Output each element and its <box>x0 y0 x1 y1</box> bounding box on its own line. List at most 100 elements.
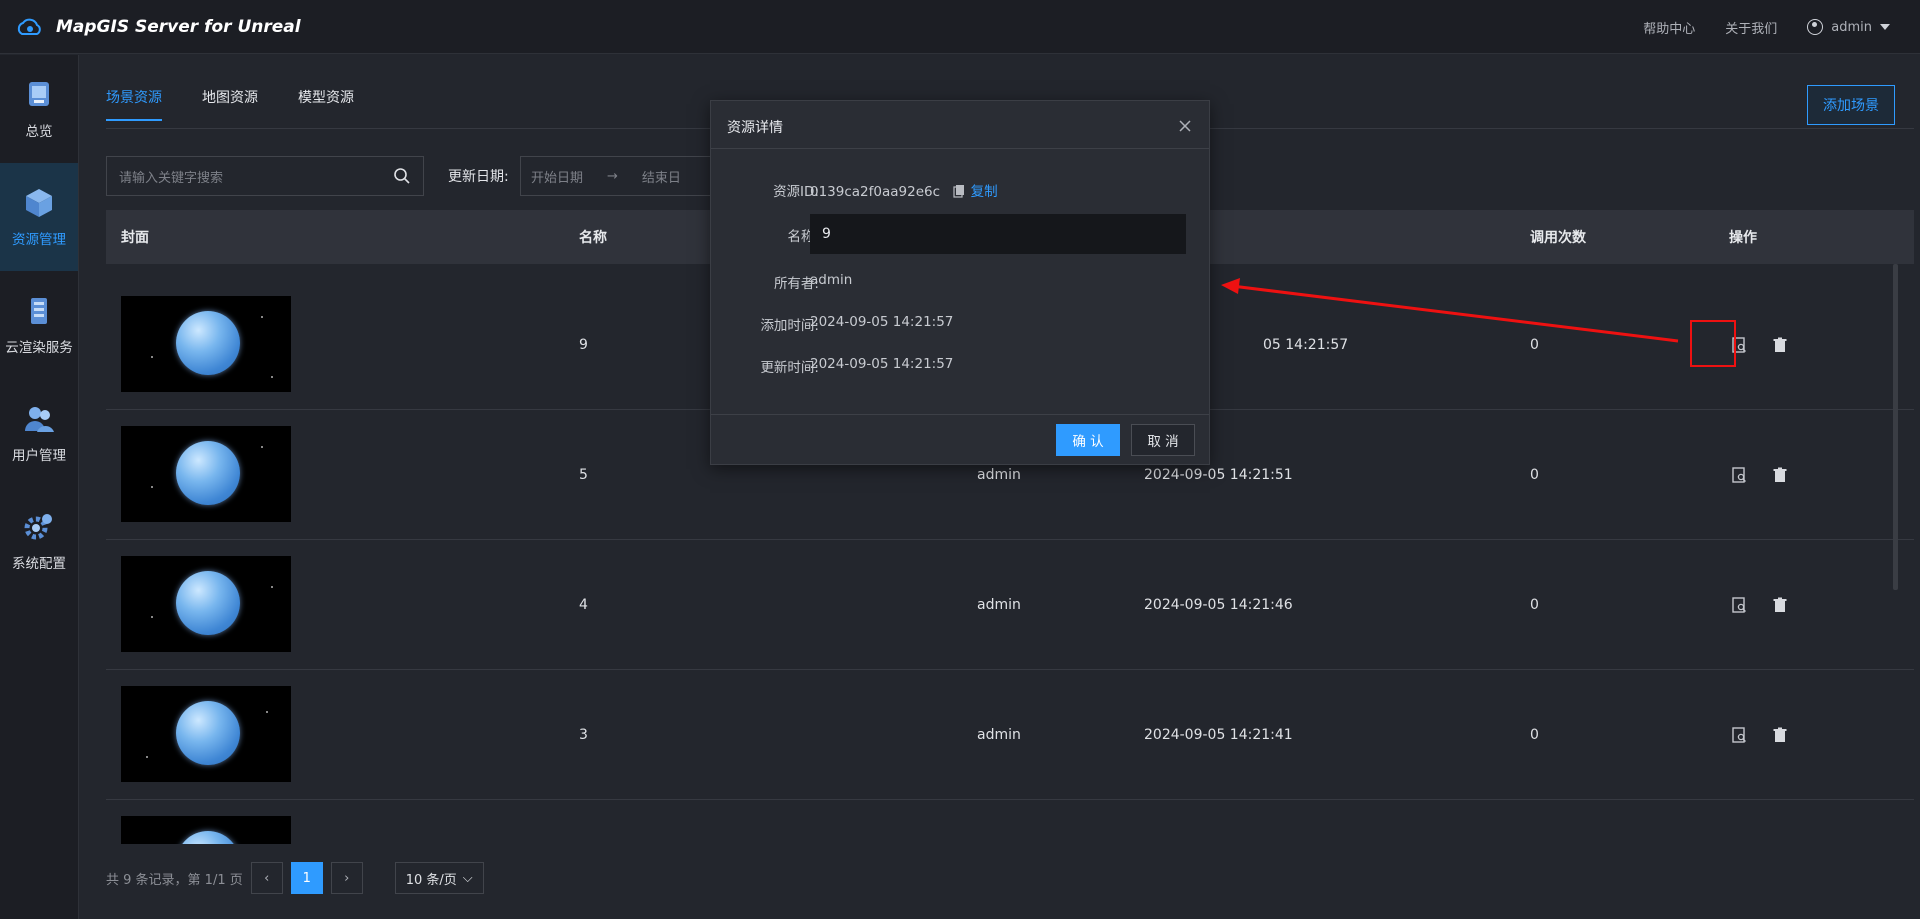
top-bar: MapGIS Server for Unreal 帮助中心 关于我们 admin <box>0 0 1920 54</box>
row-calls: 0 <box>1530 596 1539 613</box>
settings-icon <box>24 514 52 540</box>
chevron-down-icon <box>1880 24 1890 30</box>
copy-icon[interactable] <box>952 184 966 198</box>
resource-id-text: 0139ca2f0aa92e6c <box>810 184 941 200</box>
view-details-icon[interactable] <box>1730 466 1748 484</box>
cover-thumbnail <box>121 426 291 522</box>
page-button[interactable]: 1 <box>290 862 323 894</box>
sidebar-item-label: 资源管理 <box>12 232 66 248</box>
table-row: 3 admin 2024-09-05 14:21:41 0 <box>106 670 1914 800</box>
sidebar-item-user-management[interactable]: 用户管理 <box>0 379 78 487</box>
column-calls: 调用次数 <box>1530 230 1586 246</box>
dialog-divider <box>711 148 1209 149</box>
table-row: 4 admin 2024-09-05 14:21:46 0 <box>106 540 1914 670</box>
sidebar-item-label: 总览 <box>25 124 53 140</box>
update-date-label: 更新日期: <box>448 169 509 185</box>
row-time: 05 14:21:57 <box>1263 336 1349 353</box>
pagination-summary: 共 9 条记录，第 1/1 页 <box>106 872 243 888</box>
row-owner: admin <box>977 726 1021 743</box>
highlight-box <box>1690 320 1736 367</box>
cancel-button[interactable]: 取 消 <box>1131 424 1195 456</box>
row-name: 9 <box>579 336 588 353</box>
sidebar: 总览 资源管理 云渲染服务 用户管理 系统配置 <box>0 55 79 919</box>
column-actions: 操作 <box>1729 230 1757 246</box>
row-name: 5 <box>579 466 588 483</box>
cover-thumbnail <box>121 296 291 392</box>
resource-detail-dialog: 资源详情 资源ID: 0139ca2f0aa92e6c 复制 名称: 9 所有者… <box>710 100 1210 465</box>
search-placeholder: 请输入关键字搜索 <box>119 170 224 186</box>
arrow-right-icon: → <box>607 168 618 184</box>
cover-thumbnail <box>121 686 291 782</box>
row-calls: 0 <box>1530 466 1539 483</box>
cover-thumbnail <box>121 556 291 652</box>
tab-model-resources[interactable]: 模型资源 <box>298 75 354 121</box>
search-icon[interactable] <box>393 167 411 185</box>
sidebar-item-cloud-render[interactable]: 云渲染服务 <box>0 271 78 379</box>
users-icon <box>25 407 54 432</box>
resource-id-value: 0139ca2f0aa92e6c 复制 <box>810 180 998 200</box>
chevron-down-icon: ⌵ <box>462 870 473 886</box>
confirm-button[interactable]: 确 认 <box>1056 424 1120 456</box>
delete-icon[interactable] <box>1771 466 1789 484</box>
row-owner: admin <box>977 596 1021 613</box>
globe-image <box>176 441 240 505</box>
cloud-logo-icon <box>17 18 41 35</box>
globe-image <box>176 701 240 765</box>
owner-value: admin <box>810 272 853 288</box>
globe-image <box>176 311 240 375</box>
delete-icon[interactable] <box>1771 596 1789 614</box>
resource-tabs: 场景资源 地图资源 模型资源 <box>106 75 354 121</box>
view-details-icon[interactable] <box>1730 596 1748 614</box>
sidebar-item-system-config[interactable]: 系统配置 <box>0 487 78 595</box>
sidebar-item-label: 系统配置 <box>12 556 66 572</box>
column-cover: 封面 <box>121 230 149 246</box>
tab-scene-resources[interactable]: 场景资源 <box>106 75 162 121</box>
sidebar-item-label: 云渲染服务 <box>5 340 73 356</box>
prev-page-button[interactable]: ‹ <box>250 862 283 894</box>
next-page-button[interactable]: › <box>330 862 363 894</box>
added-time-value: 2024-09-05 14:21:57 <box>810 314 954 330</box>
delete-icon[interactable] <box>1771 336 1789 354</box>
delete-icon[interactable] <box>1771 726 1789 744</box>
pagination: 共 9 条记录，第 1/1 页 ‹ 1 › 10 条/页 ⌵ <box>106 862 484 894</box>
row-owner: admin <box>977 466 1021 483</box>
updated-time-value: 2024-09-05 14:21:57 <box>810 356 954 372</box>
resource-icon <box>26 189 52 217</box>
user-menu[interactable]: admin <box>1807 19 1890 35</box>
cloud-render-icon <box>31 298 47 324</box>
page-size-select[interactable]: 10 条/页 ⌵ <box>394 862 484 894</box>
add-scene-button[interactable]: 添加场景 <box>1807 85 1895 125</box>
tab-map-resources[interactable]: 地图资源 <box>202 75 258 121</box>
page-size-value: 10 条/页 <box>405 872 457 888</box>
row-name: 4 <box>579 596 588 613</box>
search-input[interactable]: 请输入关键字搜索 <box>106 156 424 196</box>
sidebar-item-resource-management[interactable]: 资源管理 <box>0 163 78 271</box>
row-calls: 0 <box>1530 726 1539 743</box>
row-time: 2024-09-05 14:21:41 <box>1144 726 1293 743</box>
column-name: 名称 <box>579 230 607 246</box>
sidebar-item-overview[interactable]: 总览 <box>0 55 78 163</box>
app-title: MapGIS Server for Unreal <box>56 16 301 37</box>
dialog-divider <box>711 414 1209 415</box>
row-time: 2024-09-05 14:21:46 <box>1144 596 1293 613</box>
logo: MapGIS Server for Unreal <box>14 15 301 39</box>
end-date-placeholder: 结束日 <box>641 170 681 186</box>
name-field[interactable]: 9 <box>810 214 1186 254</box>
row-time: 2024-09-05 14:21:51 <box>1144 466 1293 483</box>
sidebar-item-label: 用户管理 <box>12 448 66 464</box>
overview-icon <box>29 82 49 106</box>
dialog-title: 资源详情 <box>727 120 783 136</box>
start-date-placeholder: 开始日期 <box>531 170 584 186</box>
copy-link[interactable]: 复制 <box>971 184 998 200</box>
close-icon[interactable] <box>1177 118 1193 134</box>
user-icon <box>1807 19 1824 35</box>
view-details-icon[interactable] <box>1730 726 1748 744</box>
about-link[interactable]: 关于我们 <box>1725 18 1777 37</box>
globe-image <box>176 571 240 635</box>
globe-image <box>176 831 240 844</box>
cover-thumbnail <box>121 816 291 844</box>
help-center-link[interactable]: 帮助中心 <box>1643 18 1695 37</box>
username: admin <box>1831 19 1872 35</box>
row-name: 3 <box>579 726 588 743</box>
scrollbar[interactable] <box>1893 264 1898 590</box>
